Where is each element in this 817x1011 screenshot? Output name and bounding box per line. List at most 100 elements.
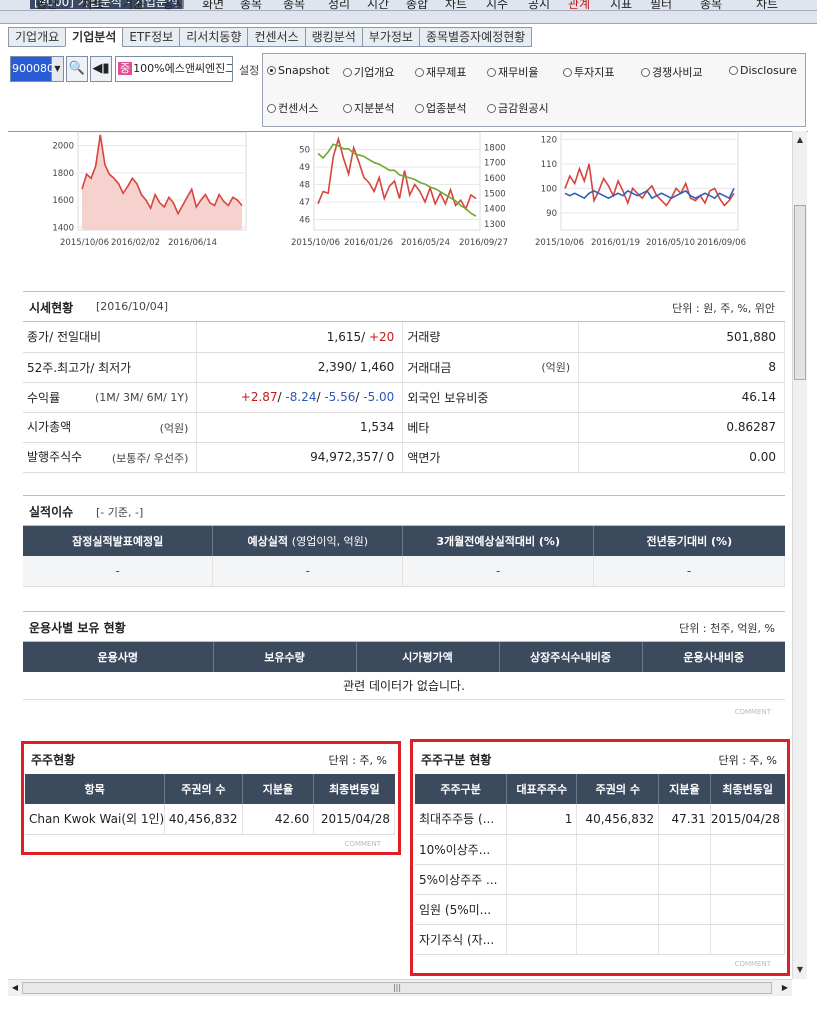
- vertical-scrollbar[interactable]: ▲ ▼: [792, 131, 807, 979]
- menu-item-14[interactable]: 지표: [610, 0, 632, 12]
- company-name-field[interactable]: 중 100%에스앤씨엔진그: [115, 56, 233, 82]
- row-value: 94,972,357/ 0: [196, 442, 404, 473]
- table-row: 시가총액 (억원) 1,534 베타 0.86287: [23, 412, 785, 443]
- menu-item-3[interactable]: 공시: [163, 0, 185, 12]
- earnings-section: 실적이슈 [- 기준, -] 잠정실적발표예정일 예상실적 (영업이익, 억원)…: [23, 495, 785, 587]
- radio-option-6[interactable]: Disclosure: [729, 64, 797, 77]
- radio-option-2[interactable]: 재무제표: [415, 64, 466, 80]
- tab-4[interactable]: 컨센서스: [247, 27, 305, 47]
- tab-3[interactable]: 리서치동향: [179, 27, 248, 47]
- scroll-up-icon[interactable]: ▲: [793, 133, 807, 147]
- radio-circle-icon[interactable]: [563, 68, 572, 77]
- funds-section: 운용사별 보유 현황 단위 : 천주, 억원, % 운용사명 보유수량 시가평가…: [23, 611, 785, 716]
- menu-item-10[interactable]: 차트: [445, 0, 467, 12]
- tab-0[interactable]: 기업개요: [8, 27, 66, 47]
- row-value: 1,615/ +20: [196, 322, 404, 353]
- radio-label: 컨센서스: [278, 102, 319, 115]
- radio-circle-icon[interactable]: [343, 104, 352, 113]
- tab-5[interactable]: 랭킹분석: [304, 27, 362, 47]
- menu-item-6[interactable]: 종목: [283, 0, 305, 12]
- scroll-down-icon[interactable]: ▼: [793, 963, 807, 977]
- x-tick-label: 2016/01/26: [344, 238, 393, 248]
- radio-option-5[interactable]: 경쟁사비교: [641, 64, 703, 80]
- scroll-right-icon[interactable]: ▶: [778, 980, 792, 996]
- menu-item-13[interactable]: 관계: [568, 0, 590, 12]
- menu-item-17[interactable]: 차트: [756, 0, 778, 12]
- search-icon[interactable]: 🔍: [66, 56, 88, 82]
- scroll-left-icon[interactable]: ◀: [8, 980, 22, 996]
- stock-code-input[interactable]: 900080: [10, 56, 54, 82]
- radio-label: 투자지표: [574, 66, 615, 79]
- radio-option-3[interactable]: 재무비율: [487, 64, 538, 80]
- row-value: 501,880: [578, 322, 785, 353]
- col-header: 잠정실적발표예정일: [23, 526, 214, 556]
- radio-circle-icon[interactable]: [415, 104, 424, 113]
- menu-item-5[interactable]: 종목: [240, 0, 262, 12]
- y-tick-label: 120: [541, 135, 557, 145]
- row-value: 2,390/ 1,460: [196, 352, 404, 383]
- col-header: 보유수량: [213, 642, 357, 672]
- radio-circle-icon[interactable]: [729, 66, 738, 75]
- y-tick-label: 100: [541, 184, 557, 194]
- menu-item-15[interactable]: 필터: [650, 0, 672, 12]
- radio-circle-icon[interactable]: [343, 68, 352, 77]
- menu-item-9[interactable]: 종합: [406, 0, 428, 12]
- menu-item-8[interactable]: 시간: [367, 0, 389, 12]
- row-value: 1,534: [196, 412, 404, 443]
- mini-charts: 14001600180020002015/10/06 2016/02/02 2016…: [8, 132, 808, 252]
- menu-item-7[interactable]: 정리: [328, 0, 350, 12]
- tab-1[interactable]: 기업분석: [65, 27, 123, 47]
- earnings-sub: [- 기준, -]: [96, 506, 144, 519]
- y-tick-label: 90: [546, 209, 557, 219]
- radio-label: 지분분석: [354, 102, 395, 115]
- row-label: 베타: [402, 412, 580, 443]
- radio-option-8[interactable]: 지분분석: [343, 100, 394, 116]
- col-header: 전년동기대비 (%): [593, 526, 785, 556]
- chevron-down-icon[interactable]: ▼: [52, 56, 64, 82]
- radio-circle-icon[interactable]: [267, 104, 276, 113]
- market-date: [2016/10/04]: [96, 300, 168, 313]
- radio-option-9[interactable]: 업종분석: [415, 100, 466, 116]
- row-label: 거래량: [402, 322, 580, 353]
- hscroll-thumb[interactable]: |||: [22, 982, 772, 994]
- menu-item-2[interactable]: 기준: [122, 0, 144, 12]
- radio-option-4[interactable]: 투자지표: [563, 64, 614, 80]
- comment-toggle[interactable]: COMMENT: [735, 708, 771, 716]
- radio-circle-icon[interactable]: [487, 104, 496, 113]
- menu-item-12[interactable]: 공시: [528, 0, 550, 12]
- radio-option-10[interactable]: 금감원공시: [487, 100, 549, 116]
- row-value: 0.00: [578, 442, 785, 473]
- radio-label: 경쟁사비교: [652, 66, 703, 79]
- highlight-box-holders: [21, 741, 401, 855]
- radio-circle-icon[interactable]: [267, 66, 276, 75]
- row-label: 액면가: [402, 442, 580, 473]
- radio-option-7[interactable]: 컨센서스: [267, 100, 318, 116]
- radio-option-1[interactable]: 기업개요: [343, 64, 394, 80]
- radio-option-0[interactable]: Snapshot: [267, 64, 329, 77]
- speaker-icon[interactable]: ◀▮: [90, 56, 112, 82]
- scroll-thumb[interactable]: [794, 205, 806, 380]
- radio-circle-icon[interactable]: [487, 68, 496, 77]
- menu-item-1[interactable]: 차트: [82, 0, 104, 12]
- radio-circle-icon[interactable]: [415, 68, 424, 77]
- setting-label[interactable]: 설정: [239, 62, 259, 78]
- row-value: 8: [578, 352, 785, 383]
- radio-circle-icon[interactable]: [641, 68, 650, 77]
- menu-item-4[interactable]: 화면: [202, 0, 224, 12]
- x-tick-label: 2016/01/19: [591, 238, 640, 248]
- horizontal-scrollbar[interactable]: ◀ ||| ▶: [8, 979, 792, 996]
- market-header: 시세현황 [2016/10/04] 단위 : 원, 주, %, 위안: [23, 291, 785, 322]
- row-label: 외국인 보유비중: [402, 382, 580, 413]
- menu-item-16[interactable]: 종목: [700, 0, 722, 12]
- tab-2[interactable]: ETF정보: [122, 27, 180, 47]
- tab-7[interactable]: 종목별증자예정현황: [418, 27, 533, 47]
- menu-item-0[interactable]: 졸판: [36, 0, 58, 12]
- company-name-text: 100%에스앤씨엔진그: [133, 62, 233, 75]
- tab-6[interactable]: 부가정보: [361, 27, 419, 47]
- x-tick-label: 2015/10/06: [535, 238, 584, 248]
- y-tick-label: 47: [299, 198, 310, 208]
- col-header: 시가평가액: [356, 642, 500, 672]
- menu-item-11[interactable]: 지수: [486, 0, 508, 12]
- table-row: 수익률 (1M/ 3M/ 6M/ 1Y) +2.87/ -8.24/ -5.56…: [23, 382, 785, 413]
- market-badge: 중: [118, 62, 133, 75]
